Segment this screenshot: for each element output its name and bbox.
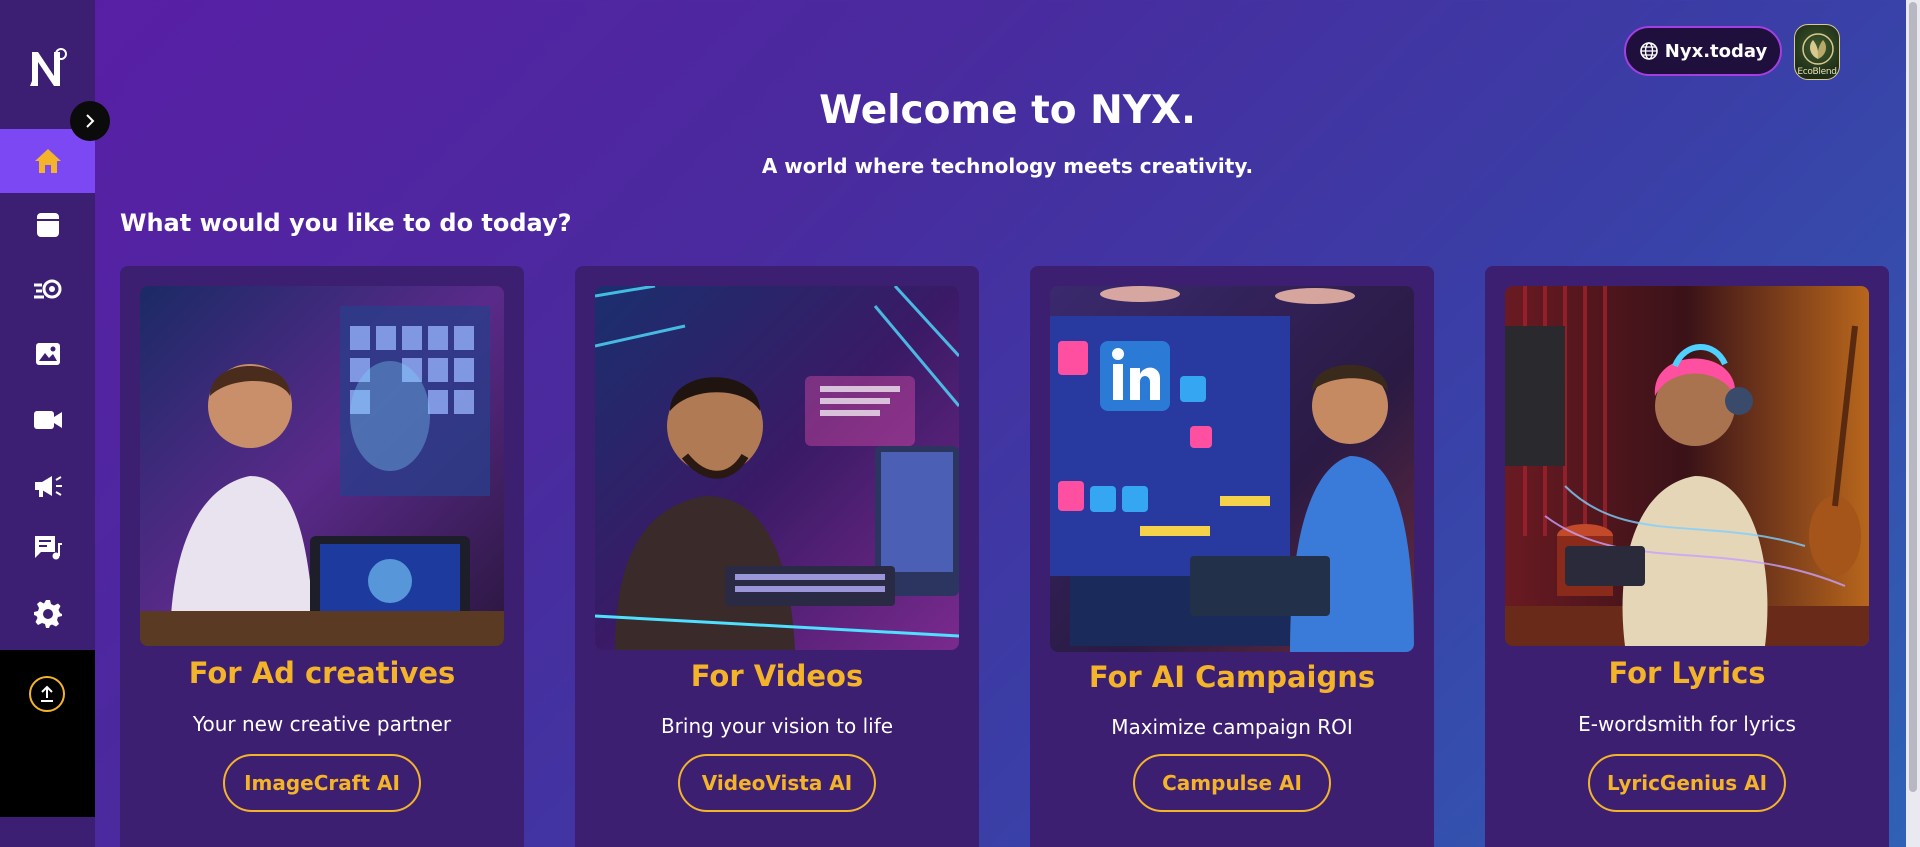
home-icon	[34, 149, 61, 173]
card-image-videos	[595, 286, 959, 650]
site-link-label: Nyx.today	[1664, 40, 1768, 62]
sidebar-item-images[interactable]	[0, 322, 95, 386]
campulse-ai-button[interactable]: Campulse AI	[1133, 754, 1331, 812]
card-description: E-wordsmith for lyrics	[1578, 712, 1796, 736]
chevron-right-icon	[86, 114, 95, 128]
megaphone-icon	[34, 476, 62, 497]
video-icon	[33, 411, 62, 429]
sidebar-item-ads[interactable]	[0, 454, 95, 518]
imagecraft-ai-button[interactable]: ImageCraft AI	[223, 754, 421, 812]
scrollbar-thumb[interactable]	[1909, 2, 1917, 792]
image-icon	[35, 343, 60, 365]
globe-icon	[1639, 42, 1658, 60]
card-title: For AI Campaigns	[1088, 660, 1376, 694]
card-image-ad-creatives	[140, 286, 504, 646]
lyricgenius-ai-button[interactable]: LyricGenius AI	[1588, 754, 1786, 812]
avatar[interactable]: EcoBlend	[1794, 24, 1840, 80]
card-description: Your new creative partner	[192, 712, 452, 736]
sidebar-item-lyrics[interactable]	[0, 516, 95, 580]
sidebar-item-documents[interactable]	[0, 193, 95, 257]
sidebar-item-campaigns[interactable]	[0, 257, 95, 321]
upload-icon	[41, 685, 53, 702]
card-image-ai-campaigns	[1050, 286, 1414, 652]
nyx-logo[interactable]	[28, 46, 68, 90]
lyrics-icon	[34, 536, 62, 560]
sidebar-item-settings[interactable]	[0, 582, 95, 646]
page-scrollbar[interactable]	[1906, 0, 1920, 847]
videovista-ai-button[interactable]: VideoVista AI	[678, 754, 876, 812]
card-ai-campaigns: For AI Campaigns Maximize campaign ROI C…	[1030, 266, 1434, 847]
campaign-settings-icon	[33, 279, 61, 299]
card-title: For Ad creatives	[188, 656, 456, 690]
card-title: For Videos	[690, 659, 864, 693]
card-ad-creatives: For Ad creatives Your new creative partn…	[120, 266, 524, 847]
site-link-button[interactable]: Nyx.today	[1624, 26, 1782, 76]
upload-button[interactable]	[29, 676, 65, 712]
card-image-lyrics	[1505, 286, 1869, 646]
document-icon	[36, 213, 59, 237]
card-description: Bring your vision to life	[660, 714, 894, 738]
avatar-label: EcoBlend	[1797, 67, 1837, 77]
card-videos: For Videos Bring your vision to life Vid…	[575, 266, 979, 847]
card-title: For Lyrics	[1608, 656, 1766, 690]
sidebar-item-videos[interactable]	[0, 388, 95, 452]
section-heading: What would you like to do today?	[120, 209, 572, 237]
page-subtitle: A world where technology meets creativit…	[761, 154, 1254, 178]
page-title: Welcome to NYX.	[819, 88, 1196, 133]
card-lyrics: For Lyrics E-wordsmith for lyrics LyricG…	[1485, 266, 1889, 847]
card-description: Maximize campaign ROI	[1111, 715, 1353, 739]
sidebar-expand-button[interactable]	[70, 101, 110, 141]
gear-icon	[33, 600, 62, 628]
